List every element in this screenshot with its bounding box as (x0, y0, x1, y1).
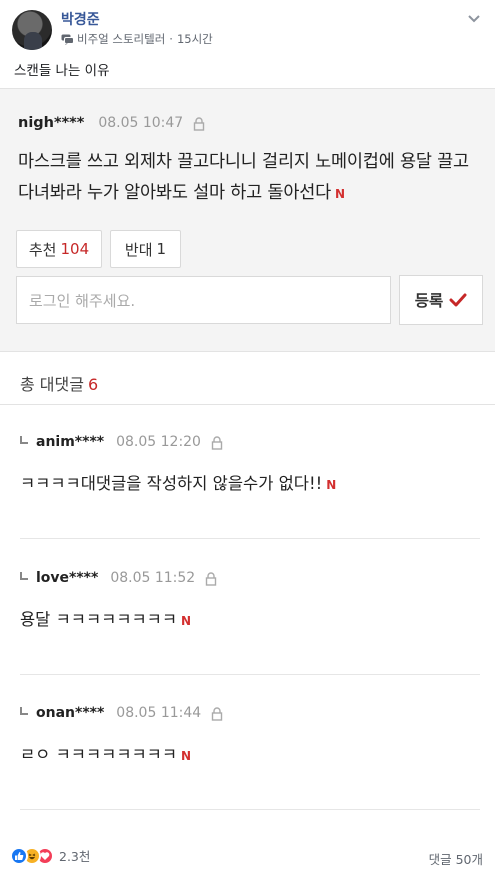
post-author[interactable]: 박경준 (61, 9, 100, 29)
avatar[interactable] (12, 10, 52, 50)
post-caption: 스캔들 나는 이유 (14, 63, 110, 79)
new-badge: N (181, 614, 192, 628)
upvote-label: 추천 (28, 240, 57, 259)
like-icon (10, 846, 28, 865)
comment-count[interactable]: 댓글 50개 (429, 849, 483, 868)
post-footer: 2.3천 댓글 50개 (0, 840, 495, 874)
reactions[interactable]: 2.3천 (10, 846, 90, 865)
lock-icon (193, 116, 205, 131)
replies-total-count: 6 (87, 375, 99, 394)
reply-body: 용달 ㅋㅋㅋㅋㅋㅋㅋㅋ N (20, 606, 191, 630)
reply-body: ㄹㅇ ㅋㅋㅋㅋㅋㅋㅋㅋ N (20, 741, 191, 765)
reply-header: anim**** 08.05 12:20 (20, 434, 223, 450)
reply-body: ㅋㅋㅋㅋ대댓글을 작성하지 않을수가 없다!! N (20, 470, 336, 494)
reply-branch-icon (20, 436, 28, 444)
main-comment: nigh**** 08.05 10:47 마스크를 쓰고 외제차 끌고다니니 걸… (0, 88, 495, 352)
lock-icon (205, 571, 217, 586)
comment-header: nigh**** 08.05 10:47 (18, 115, 205, 131)
post-header: 박경준 비주얼 스토리텔러 · 15시간 (0, 0, 495, 56)
reply-username: love**** (36, 570, 99, 586)
reply-username: anim**** (36, 434, 105, 450)
reply-branch-icon (20, 572, 28, 580)
upvote-button[interactable]: 추천 104 (16, 230, 102, 268)
reply-input-placeholder: 로그인 해주세요. (29, 291, 136, 310)
upvote-count: 104 (60, 240, 90, 258)
downvote-label: 반대 (124, 240, 153, 259)
meta-separator: · (169, 32, 173, 46)
reply-time: 08.05 12:20 (116, 434, 201, 450)
check-icon (449, 293, 467, 307)
reply-time: 08.05 11:44 (116, 705, 202, 721)
reply-branch-icon (20, 707, 28, 715)
submit-button[interactable]: 등록 (399, 275, 483, 325)
reply-time: 08.05 11:52 (110, 570, 196, 586)
divider (0, 404, 495, 405)
reply-divider (20, 809, 480, 810)
lock-icon (211, 435, 223, 450)
reply-divider (20, 538, 480, 539)
post-audience[interactable]: 비주얼 스토리텔러 (77, 31, 165, 47)
reply-text: ㅋㅋㅋㅋ대댓글을 작성하지 않을수가 없다!! (20, 474, 323, 493)
post-meta: 비주얼 스토리텔러 · 15시간 (61, 31, 213, 47)
replies-total-label: 총 대댓글 (20, 375, 84, 394)
new-badge: N (326, 478, 337, 492)
facebook-post: 박경준 비주얼 스토리텔러 · 15시간 스캔들 나는 이유 nigh**** … (0, 0, 495, 874)
reaction-count: 2.3천 (59, 849, 91, 864)
comment-username: nigh**** (18, 115, 85, 131)
reply-text: ㄹㅇ ㅋㅋㅋㅋㅋㅋㅋㅋ (20, 745, 178, 764)
reply-text: 용달 ㅋㅋㅋㅋㅋㅋㅋㅋ (20, 610, 178, 629)
reply-header: onan**** 08.05 11:44 (20, 705, 223, 721)
new-badge: N (181, 749, 192, 763)
reply-header: love**** 08.05 11:52 (20, 570, 217, 586)
replies-total: 총 대댓글 6 (20, 371, 98, 395)
lock-icon (211, 706, 223, 721)
new-badge: N (335, 187, 345, 201)
downvote-button[interactable]: 반대 1 (110, 230, 181, 268)
chevron-down-icon[interactable] (467, 8, 481, 23)
downvote-count: 1 (156, 240, 167, 258)
comment-body: 마스크를 쓰고 외제차 끌고다니니 걸리지 노메이컵에 용달 끌고 다녀봐라 누… (18, 147, 488, 210)
post-image[interactable]: nigh**** 08.05 10:47 마스크를 쓰고 외제차 끌고다니니 걸… (0, 88, 495, 840)
post-time[interactable]: 15시간 (177, 31, 213, 47)
reply-divider (20, 674, 480, 675)
reply-input[interactable]: 로그인 해주세요. (16, 276, 391, 324)
comment-text: 마스크를 쓰고 외제차 끌고다니니 걸리지 노메이컵에 용달 끌고 다녀봐라 누… (18, 152, 469, 203)
group-chat-icon (61, 34, 74, 45)
submit-label: 등록 (414, 292, 444, 310)
reply-username: onan**** (36, 705, 105, 721)
comment-time: 08.05 10:47 (98, 115, 184, 131)
